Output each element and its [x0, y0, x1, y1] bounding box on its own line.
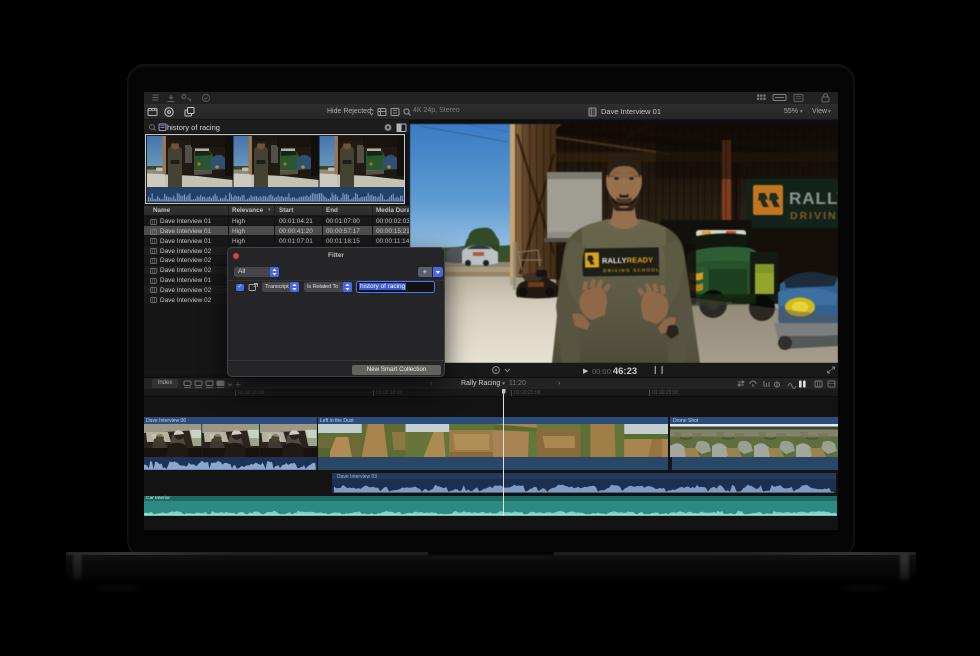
svg-text:DRIVING: DRIVING	[790, 210, 838, 222]
svg-text:RALLYREADY: RALLYREADY	[602, 255, 653, 265]
svg-text:RALLY: RALLY	[789, 189, 838, 208]
svg-text:DRIVING SCHOOL: DRIVING SCHOOL	[603, 267, 660, 273]
